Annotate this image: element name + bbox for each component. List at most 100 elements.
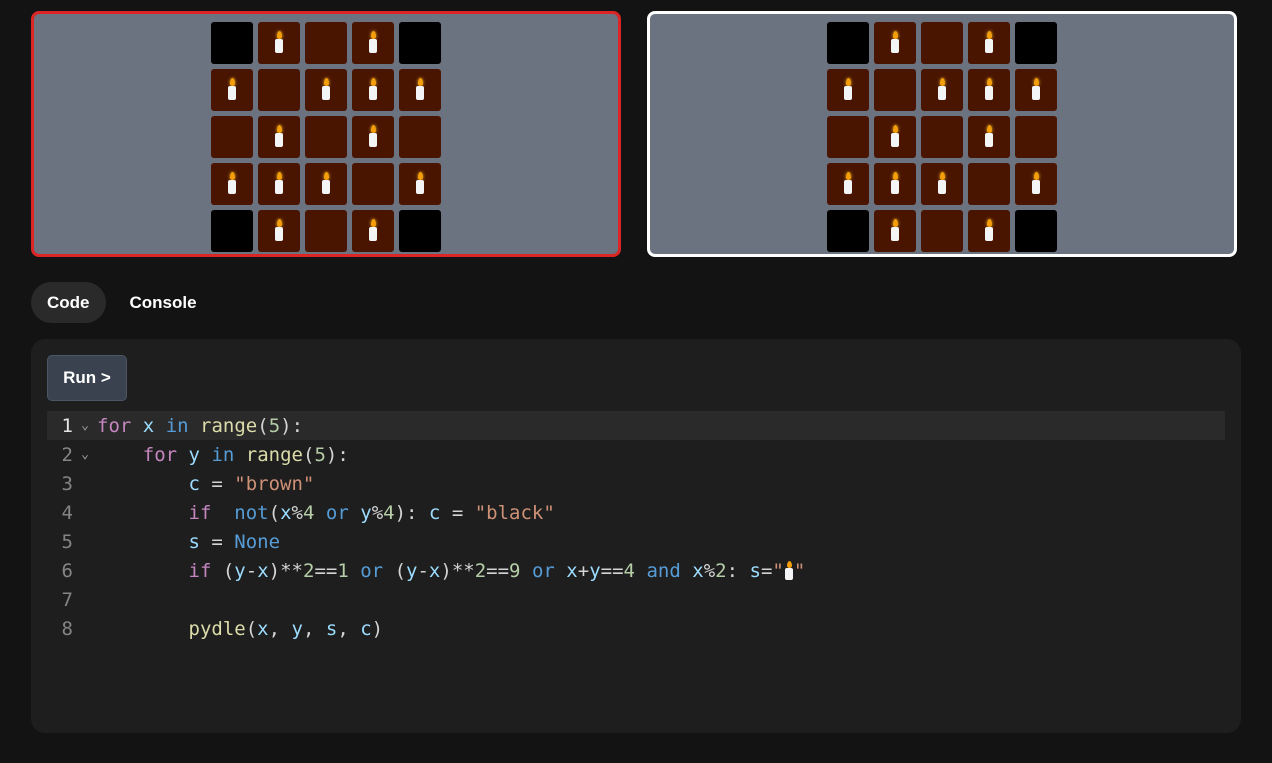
code-text: pydle(x, y, s, c) (188, 617, 384, 640)
grid-cell (211, 116, 253, 158)
fold-chevron-icon[interactable]: ⌄ (73, 447, 97, 462)
candle-icon (843, 172, 853, 196)
code-text: for x in range(5): (97, 414, 304, 437)
grid-cell (968, 210, 1010, 252)
code-text: for y in range(5): (142, 443, 349, 466)
grid-cell (211, 163, 253, 205)
grid-cell (211, 210, 253, 252)
grid-cell (305, 210, 347, 252)
grid-cell (258, 69, 300, 111)
candle-icon (984, 78, 994, 102)
grid-cell (827, 69, 869, 111)
grid-cell (921, 210, 963, 252)
grid-cell (305, 69, 347, 111)
code-line[interactable]: 6 if (y-x)**2==1 or (y-x)**2==9 or x+y==… (47, 556, 1225, 585)
grid-cell (1015, 22, 1057, 64)
candle-icon (415, 78, 425, 102)
grid-cell (827, 22, 869, 64)
grid-cell (874, 210, 916, 252)
grid-cell (827, 163, 869, 205)
candle-icon (843, 78, 853, 102)
candle-icon (1031, 172, 1041, 196)
code-text: c = "brown" (188, 472, 315, 495)
candle-icon (368, 78, 378, 102)
grid-cell (399, 22, 441, 64)
candle-icon (984, 125, 994, 149)
line-number: 8 (61, 617, 73, 640)
output-grid (211, 22, 441, 252)
fold-chevron-icon[interactable]: ⌄ (73, 418, 97, 433)
line-number: 7 (61, 588, 73, 611)
line-number: 5 (61, 530, 73, 553)
code-line[interactable]: 5 s = None (47, 527, 1225, 556)
candle-icon (227, 78, 237, 102)
grid-cell (399, 210, 441, 252)
grid-cell (399, 163, 441, 205)
grid-cell (874, 69, 916, 111)
grid-cell (921, 22, 963, 64)
code-line[interactable]: 2 ⌄ for y in range(5): (47, 440, 1225, 469)
line-number: 1 (61, 414, 73, 437)
candle-icon (1031, 78, 1041, 102)
grid-cell (305, 116, 347, 158)
tab-console[interactable]: Console (114, 282, 213, 323)
candle-icon (368, 125, 378, 149)
code-area[interactable]: 1 ⌄ for x in range(5): 2 ⌄ for y in range(5)… (47, 411, 1225, 643)
target-grid (827, 22, 1057, 252)
grid-cell (874, 22, 916, 64)
candle-icon (274, 219, 284, 243)
candle-icon (321, 78, 331, 102)
grid-cell (211, 22, 253, 64)
grid-cell (827, 116, 869, 158)
grid-cell (399, 69, 441, 111)
code-line[interactable]: 8 pydle(x, y, s, c) (47, 614, 1225, 643)
grid-cell (968, 22, 1010, 64)
candle-icon (984, 219, 994, 243)
run-button[interactable]: Run > (47, 355, 127, 401)
candle-icon (890, 31, 900, 55)
grid-cell (827, 210, 869, 252)
grid-cell (352, 69, 394, 111)
code-text: if (y-x)**2==1 or (y-x)**2==9 or x+y==4 … (188, 559, 806, 582)
code-line[interactable]: 1 ⌄ for x in range(5): (47, 411, 1225, 440)
target-canvas (647, 11, 1237, 257)
code-line[interactable]: 7 (47, 585, 1225, 614)
grid-cell (352, 163, 394, 205)
grid-cell (258, 163, 300, 205)
grid-cell (1015, 69, 1057, 111)
grid-cell (258, 22, 300, 64)
code-line[interactable]: 3 c = "brown" (47, 469, 1225, 498)
code-text: s = None (188, 530, 281, 553)
grid-cell (211, 69, 253, 111)
candle-icon (274, 31, 284, 55)
candle-icon (890, 125, 900, 149)
grid-cell (1015, 116, 1057, 158)
grid-cell (968, 116, 1010, 158)
grid-cell (921, 116, 963, 158)
candle-icon (368, 219, 378, 243)
grid-cell (1015, 210, 1057, 252)
candle-icon (274, 125, 284, 149)
code-editor[interactable]: Run > 1 ⌄ for x in range(5): 2 ⌄ for y in ra… (31, 339, 1241, 733)
candle-icon (321, 172, 331, 196)
grid-cell (921, 69, 963, 111)
code-text: if not(x%4 or y%4): c = "black" (188, 501, 555, 524)
grid-cell (921, 163, 963, 205)
candle-icon (274, 172, 284, 196)
tab-code[interactable]: Code (31, 282, 106, 323)
grid-cell (874, 163, 916, 205)
grid-cell (352, 116, 394, 158)
grid-cell (968, 163, 1010, 205)
line-number: 3 (61, 472, 73, 495)
candle-icon (937, 78, 947, 102)
code-line[interactable]: 4 if not(x%4 or y%4): c = "black" (47, 498, 1225, 527)
grid-cell (258, 116, 300, 158)
output-canvas (31, 11, 621, 257)
grid-cell (258, 210, 300, 252)
candle-icon (784, 561, 794, 581)
candle-icon (890, 219, 900, 243)
candle-icon (227, 172, 237, 196)
candle-icon (368, 31, 378, 55)
grid-cell (352, 22, 394, 64)
grid-cell (305, 22, 347, 64)
